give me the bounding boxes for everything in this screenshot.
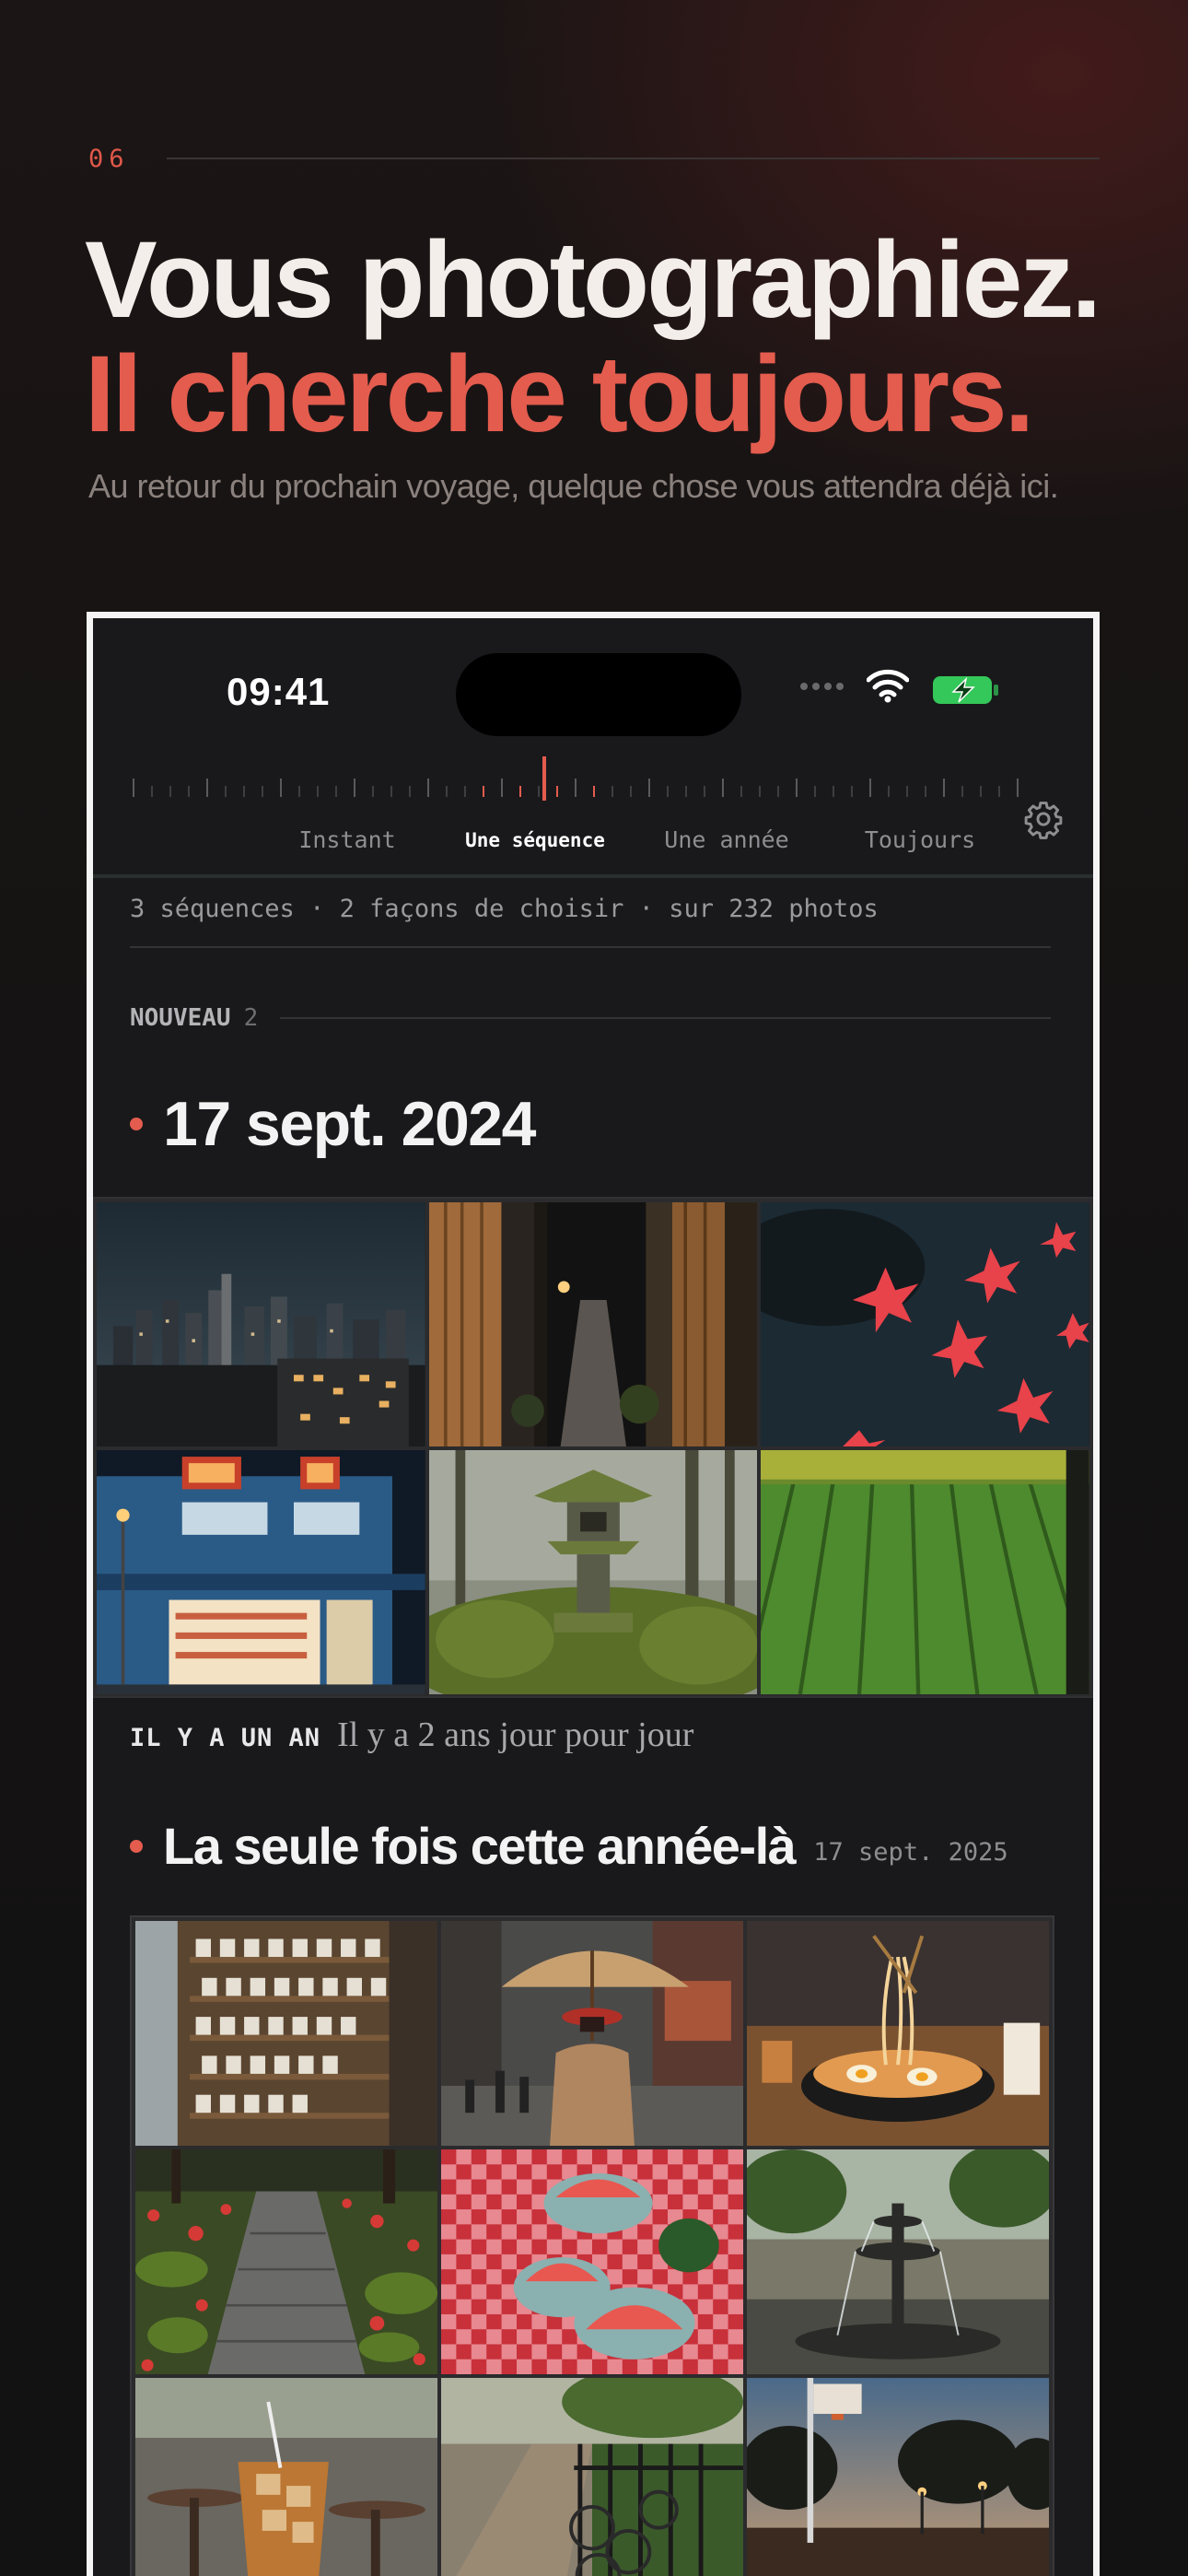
sequence-2-title: La seule fois cette année-là: [163, 1817, 797, 1875]
photo-watermelon-picnic[interactable]: [441, 2149, 743, 2374]
sequence-2-header[interactable]: La seule fois cette année-là 17 sept. 20…: [130, 1816, 1008, 1876]
new-indicator-dot: [130, 1118, 143, 1130]
summary-divider: [130, 946, 1051, 948]
section-header: 06: [88, 140, 1100, 177]
battery-charging-icon: [933, 676, 998, 704]
timeline-scale[interactable]: [130, 756, 1032, 802]
photo-basketball-court[interactable]: [747, 2378, 1049, 2576]
new-divider: [280, 1017, 1051, 1019]
page: 06 Vous photographiez. Il cherche toujou…: [0, 0, 1188, 2576]
photo-red-maple-leaves[interactable]: [761, 1202, 1089, 1446]
new-indicator-dot: [130, 1839, 143, 1853]
sequence-1-header[interactable]: 17 sept. 2024: [130, 1088, 536, 1160]
headline-line-1: Vous photographiez.: [85, 219, 1101, 341]
sequence-1-photo-grid: [93, 1197, 1093, 1698]
sequence-2-photo-grid: [130, 1915, 1054, 2576]
headline-line-2: Il cherche toujours.: [85, 334, 1034, 455]
wifi-icon: [867, 669, 909, 703]
status-bar: 09:41: [93, 618, 1093, 738]
time-tabs: Instant Une séquence Une année Toujours: [93, 826, 1093, 863]
subheadline: Au retour du prochain voyage, quelque ch…: [88, 467, 1059, 505]
tabs-divider: [93, 874, 1093, 878]
photo-iced-tea-cafe[interactable]: [135, 2378, 437, 2576]
new-section-header: NOUVEAU 2: [130, 1000, 1051, 1036]
section-number: 06: [88, 144, 130, 173]
photo-ramen-bowl[interactable]: [747, 1921, 1049, 2146]
sequence-1-title: 17 sept. 2024: [163, 1089, 536, 1159]
tab-instant[interactable]: Instant: [298, 826, 395, 853]
photo-city-skyline-night[interactable]: [97, 1202, 425, 1446]
phone-mockup: 09:41 Instant Une séquence Une année Tou…: [87, 612, 1100, 2576]
summary-text: 3 séquences · 2 façons de choisir · sur …: [130, 895, 879, 923]
photo-alley-curtains[interactable]: [428, 1202, 758, 1446]
new-count: 2: [243, 1004, 259, 1032]
dynamic-island: [456, 653, 741, 736]
photo-bikes-railing[interactable]: [441, 2378, 743, 2576]
photo-park-fountain[interactable]: [747, 2149, 1049, 2374]
tab-always[interactable]: Toujours: [865, 826, 975, 853]
photo-moss-path[interactable]: [135, 2149, 437, 2374]
photo-convenience-store[interactable]: [97, 1450, 425, 1694]
new-label: NOUVEAU: [130, 1004, 231, 1032]
tab-year[interactable]: Une année: [664, 826, 788, 853]
photo-umbrella-street[interactable]: [441, 1921, 743, 2146]
cellular-signal-icon: [800, 683, 844, 690]
status-time: 09:41: [227, 670, 331, 713]
section-divider: [166, 158, 1100, 159]
headline: Vous photographiez. Il cherche toujours.: [85, 223, 1135, 451]
sequence-2-date: 17 sept. 2025: [813, 1838, 1008, 1867]
photo-rice-paddies[interactable]: [761, 1450, 1089, 1694]
memory-text: Il y a 2 ans jour pour jour: [337, 1715, 694, 1754]
photo-ceramic-shelves[interactable]: [135, 1921, 437, 2146]
tab-sequence[interactable]: Une séquence: [465, 829, 605, 851]
memory-row: IL Y A UN AN Il y a 2 ans jour pour jour: [130, 1715, 1051, 1761]
memory-tag: IL Y A UN AN: [130, 1724, 321, 1752]
photo-moss-stone-lantern[interactable]: [428, 1450, 758, 1694]
